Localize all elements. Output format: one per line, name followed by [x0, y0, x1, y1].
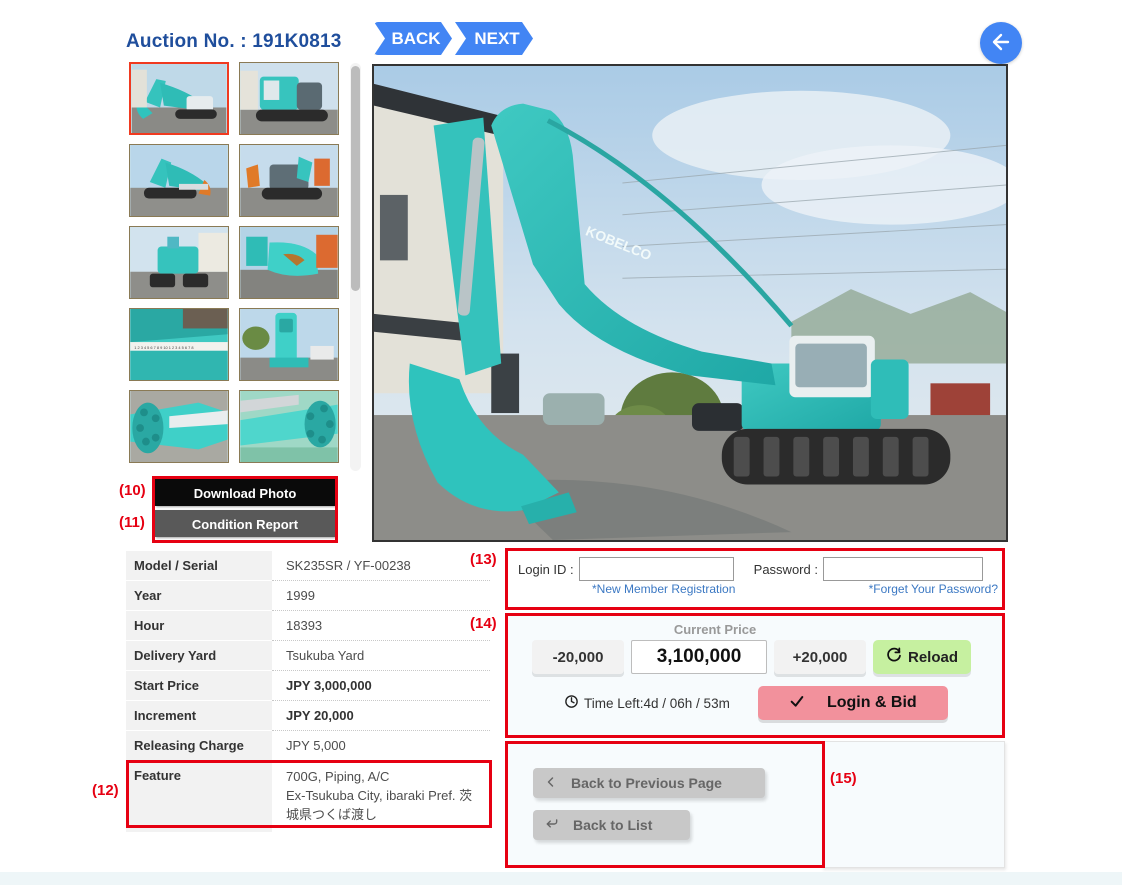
main-photo[interactable]: KOBELCO	[372, 64, 1008, 542]
spec-value: JPY 20,000	[272, 700, 490, 731]
spec-row: Increment JPY 20,000	[126, 700, 490, 731]
circle-back-button[interactable]	[980, 22, 1022, 64]
time-left: Time Left:4d / 06h / 53m	[564, 694, 730, 712]
thumbnail-9[interactable]	[239, 390, 339, 463]
refresh-icon	[886, 647, 902, 667]
annotation-15: (15)	[830, 770, 857, 787]
decrement-price-button[interactable]: -20,000	[532, 640, 624, 674]
back-button[interactable]: BACK	[374, 22, 452, 55]
reload-label: Reload	[908, 648, 959, 666]
thumbnail-3[interactable]	[239, 144, 339, 217]
thumbnail-5[interactable]	[239, 226, 339, 299]
photo-action-buttons: Download Photo Condition Report	[155, 479, 335, 537]
annotation-12: (12)	[92, 782, 119, 799]
nav-panel: Back to Previous Page Back to List	[505, 741, 825, 868]
spec-key: Hour	[126, 610, 272, 641]
footer-strip	[0, 872, 1122, 885]
password-label: Password :	[753, 561, 818, 577]
annotation-11: (11)	[119, 514, 145, 531]
spec-value: Tsukuba Yard	[272, 640, 490, 671]
spec-key: Start Price	[126, 670, 272, 701]
bidding-panel: Current Price -20,000 +20,000 Reload	[505, 613, 1005, 738]
spec-row: Start Price JPY 3,000,000	[126, 670, 490, 701]
download-photo-button[interactable]: Download Photo	[155, 479, 335, 506]
current-price-input[interactable]	[631, 640, 767, 674]
spec-value: JPY 3,000,000	[272, 670, 490, 701]
new-member-registration-link[interactable]: *New Member Registration	[592, 582, 735, 596]
back-to-list-button[interactable]: Back to List	[533, 810, 690, 840]
login-and-bid-label: Login & Bid	[826, 694, 917, 711]
increment-price-button[interactable]: +20,000	[774, 640, 866, 674]
feature-value: 700G, Piping, A/C Ex-Tsukuba City, ibarak…	[272, 760, 490, 832]
spec-key: Increment	[126, 700, 272, 731]
reload-button[interactable]: Reload	[873, 640, 972, 674]
spec-value: JPY 5,000	[272, 730, 490, 761]
page-title: Auction No. : 191K0813	[126, 31, 342, 52]
thumbnail-gallery[interactable]: 1 2 3 4 5 6 7 8 9 10 1 2 3 4 5 6 7 8	[129, 62, 361, 474]
return-arrow-icon	[545, 817, 559, 834]
spec-row: Year 1999	[126, 580, 490, 611]
thumbnail-1[interactable]	[239, 62, 339, 135]
annotation-10: (10)	[119, 482, 146, 499]
spec-value: SK235SR / YF-00238	[272, 551, 490, 581]
back-to-list-label: Back to List	[573, 817, 653, 833]
spec-key: Delivery Yard	[126, 640, 272, 671]
condition-report-button[interactable]: Condition Report	[155, 510, 335, 537]
password-input[interactable]	[822, 557, 983, 581]
login-id-label: Login ID :	[518, 561, 574, 577]
spec-row: Model / Serial SK235SR / YF-00238	[126, 551, 490, 581]
svg-text:1 2 3 4 5 6 7 8 9 10 1 2 3 4 5: 1 2 3 4 5 6 7 8 9 10 1 2 3 4 5 6 7 8	[134, 345, 193, 350]
arrow-left-icon	[989, 30, 1013, 57]
spec-key: Model / Serial	[126, 551, 272, 581]
thumbnail-4[interactable]	[129, 226, 229, 299]
specification-table: Model / Serial SK235SR / YF-00238 Year 1999…	[126, 551, 490, 832]
annotation-14: (14)	[470, 615, 497, 632]
spec-row: Delivery Yard Tsukuba Yard	[126, 640, 490, 671]
spec-key: Year	[126, 580, 272, 611]
feature-key: Feature	[126, 760, 272, 832]
login-id-input[interactable]	[578, 557, 734, 581]
gallery-nav-buttons: BACK NEXT	[374, 22, 533, 55]
login-and-bid-button[interactable]: Login & Bid	[757, 686, 948, 720]
thumbnail-6[interactable]: 1 2 3 4 5 6 7 8 9 10 1 2 3 4 5 6 7 8	[129, 308, 229, 381]
time-left-text: Time Left:4d / 06h / 53m	[584, 695, 730, 711]
annotation-13: (13)	[470, 551, 497, 568]
auction-detail-page: Auction No. : 191K0813 BACK NEXT 1 2 3 4…	[0, 0, 1122, 885]
back-to-previous-page-button[interactable]: Back to Previous Page	[533, 768, 765, 798]
thumbnail-scrollbar[interactable]	[350, 63, 361, 471]
spec-key: Releasing Charge	[126, 730, 272, 761]
thumbnail-8[interactable]	[129, 390, 229, 463]
clock-icon	[564, 694, 579, 712]
login-panel: Login ID : Password : *New Member Regist…	[505, 548, 1005, 610]
thumbnail-0[interactable]	[129, 62, 229, 135]
next-button[interactable]: NEXT	[455, 22, 533, 55]
current-price-label: Current Price	[673, 622, 757, 637]
back-to-previous-page-label: Back to Previous Page	[571, 775, 722, 791]
spec-row: Releasing Charge JPY 5,000	[126, 730, 490, 761]
scrollbar-thumb[interactable]	[351, 66, 360, 291]
thumbnail-2[interactable]	[129, 144, 229, 217]
nav-panel-right	[822, 741, 1005, 868]
thumbnail-7[interactable]	[239, 308, 339, 381]
spec-value: 1999	[272, 580, 490, 611]
chevron-left-icon	[545, 774, 557, 793]
forgot-password-link[interactable]: *Forget Your Password?	[869, 582, 998, 596]
check-icon	[789, 693, 805, 714]
spec-row-feature: Feature 700G, Piping, A/C Ex-Tsukuba City,…	[126, 760, 490, 832]
